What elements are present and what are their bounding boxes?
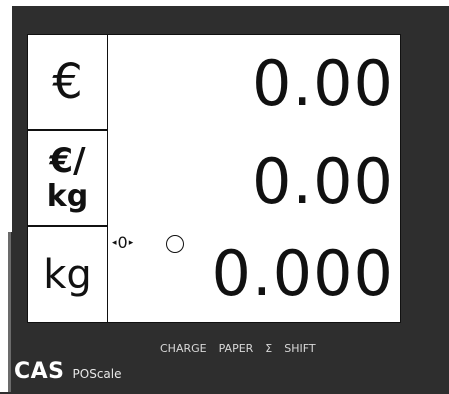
kg-unit-label: kg	[43, 251, 92, 298]
indicator-shift: SHIFT	[284, 342, 316, 355]
zero-digit: 0	[117, 233, 128, 252]
price-value: 0.00	[251, 47, 394, 120]
status-indicators: CHARGE PAPER Σ SHIFT	[160, 342, 316, 355]
unit-price-unit-cell: €/ kg	[28, 131, 107, 227]
per-kg-label: kg	[46, 179, 89, 214]
indicator-charge: CHARGE	[160, 342, 207, 355]
left-edge-lower	[0, 232, 11, 392]
weight-value: 0.000	[211, 237, 394, 310]
unit-price-value: 0.00	[251, 145, 394, 218]
indicator-paper: PAPER	[218, 342, 254, 355]
top-edge	[0, 0, 449, 6]
brand-name: CAS	[14, 359, 65, 384]
price-unit-cell: €	[28, 35, 107, 131]
weight-unit-cell: kg	[28, 227, 107, 322]
brand-label: CAS POScale	[14, 359, 122, 384]
stable-circle-icon	[166, 235, 184, 253]
euro-per-label: €/	[49, 141, 86, 181]
unit-column: € €/ kg kg	[28, 35, 108, 322]
zero-right-arrow-icon: ▸	[128, 237, 134, 248]
euro-unit-label: €	[52, 54, 83, 110]
zero-left-arrow-icon: ◂	[112, 237, 117, 248]
lcd-display: € €/ kg kg 0.00 0.00 ◂ 0 ▸ 0.000	[27, 34, 401, 323]
scale-device: € €/ kg kg 0.00 0.00 ◂ 0 ▸ 0.000 CHARGE …	[0, 0, 449, 394]
zero-indicator: ◂ 0 ▸	[112, 233, 133, 252]
left-edge-upper	[0, 6, 12, 232]
model-name: POScale	[72, 367, 122, 381]
indicator-sum: Σ	[265, 342, 273, 355]
